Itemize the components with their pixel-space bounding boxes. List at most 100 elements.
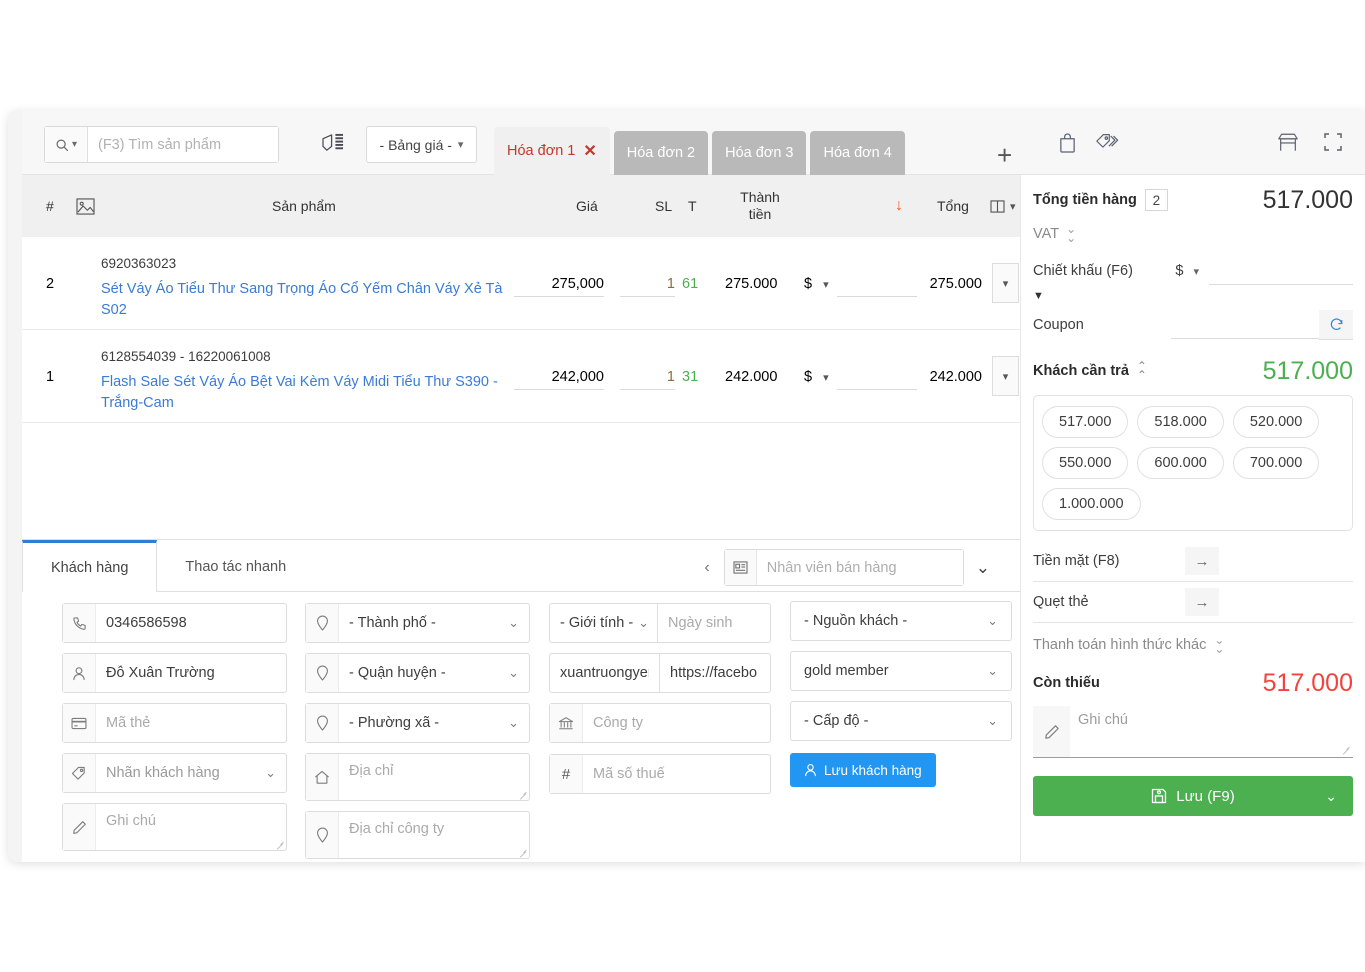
invoice-tab-4[interactable]: Hóa đơn 4 bbox=[810, 131, 904, 175]
card-fill-arrow-icon[interactable]: → bbox=[1185, 588, 1219, 616]
invoice-note-input[interactable] bbox=[1070, 706, 1353, 757]
coupon-input[interactable] bbox=[1171, 312, 1319, 339]
customer-name-input[interactable] bbox=[96, 654, 286, 692]
staff-input[interactable] bbox=[757, 550, 963, 585]
chevron-down-icon[interactable]: ⌄ bbox=[976, 558, 990, 578]
card-input[interactable] bbox=[1219, 588, 1353, 616]
city-select[interactable]: - Thành phố - ⌄ bbox=[339, 604, 529, 642]
header-qty[interactable]: SL bbox=[655, 175, 672, 237]
chevron-double-up-icon[interactable]: ⌃⌃ bbox=[1137, 362, 1147, 380]
address-field[interactable] bbox=[305, 753, 530, 801]
level-field[interactable]: - Cấp độ - ⌄ bbox=[790, 701, 1012, 741]
cash-input[interactable] bbox=[1219, 547, 1353, 575]
barcode-scanner-icon[interactable] bbox=[321, 133, 346, 154]
company-address-input[interactable] bbox=[339, 812, 529, 858]
chevron-down-icon[interactable]: ▾ bbox=[1193, 265, 1199, 278]
row-qty[interactable]: 1 bbox=[620, 271, 675, 297]
vat-row[interactable]: VAT ⌄⌄ bbox=[1033, 217, 1353, 251]
quick-amount-chip[interactable]: 1.000.000 bbox=[1042, 488, 1141, 520]
level-select[interactable]: - Cấp độ - ⌄ bbox=[791, 702, 1011, 740]
other-payment-row[interactable]: Thanh toán hình thức khác ⌄⌄ bbox=[1033, 628, 1353, 662]
row-discount-input[interactable] bbox=[837, 271, 917, 297]
save-customer-button[interactable]: Lưu khách hàng bbox=[790, 753, 936, 787]
company-input[interactable] bbox=[583, 704, 770, 742]
table-row[interactable]: 2 6920363023 Sét Váy Áo Tiểu Thư Sang Tr… bbox=[22, 237, 1020, 330]
customer-note-input[interactable] bbox=[96, 804, 286, 850]
chevron-left-icon[interactable]: ‹ bbox=[704, 559, 709, 577]
company-address-field[interactable] bbox=[305, 811, 530, 859]
product-search-input[interactable] bbox=[88, 127, 278, 162]
birthday-input[interactable] bbox=[658, 604, 770, 642]
district-field[interactable]: - Quận huyện - ⌄ bbox=[305, 653, 530, 693]
row-discount-input[interactable] bbox=[837, 364, 917, 390]
discount-expand-caret[interactable]: ▼ bbox=[1033, 286, 1353, 304]
invoice-note-field[interactable] bbox=[1033, 706, 1353, 758]
email-input[interactable] bbox=[550, 654, 660, 692]
customer-note-field[interactable] bbox=[62, 803, 287, 851]
invoice-tab-2[interactable]: Hóa đơn 2 bbox=[614, 131, 708, 175]
discount-currency[interactable]: $ bbox=[1175, 263, 1183, 279]
header-price[interactable]: Giá bbox=[576, 175, 598, 237]
quick-amount-chip[interactable]: 520.000 bbox=[1233, 406, 1319, 438]
table-row[interactable]: 1 6128554039 - 16220061008 Flash Sale Sé… bbox=[22, 330, 1020, 423]
tab-thao-tac-nhanh[interactable]: Thao tác nhanh bbox=[157, 540, 314, 591]
membership-field[interactable]: gold member ⌄ bbox=[790, 651, 1012, 691]
add-invoice-button[interactable]: + bbox=[997, 142, 1012, 168]
invoice-tab-1[interactable]: Hóa đơn 1 ✕ bbox=[494, 127, 610, 175]
tax-code-input[interactable] bbox=[583, 755, 770, 793]
address-input[interactable] bbox=[339, 754, 529, 800]
tax-code-field[interactable]: # bbox=[549, 754, 771, 794]
discount-input[interactable] bbox=[1209, 258, 1353, 285]
tags-icon[interactable] bbox=[1095, 132, 1119, 153]
company-field[interactable] bbox=[549, 703, 771, 743]
row-price[interactable]: 242,000 bbox=[514, 364, 604, 390]
header-t[interactable]: T bbox=[688, 175, 697, 237]
row-expand-button[interactable]: ▾ bbox=[992, 356, 1019, 396]
save-invoice-button[interactable]: Lưu (F9) ⌄ bbox=[1033, 776, 1353, 816]
invoice-tab-3[interactable]: Hóa đơn 3 bbox=[712, 131, 806, 175]
facebook-input[interactable] bbox=[660, 654, 770, 692]
columns-icon[interactable]: ▾ bbox=[990, 175, 1016, 237]
membership-select[interactable]: gold member ⌄ bbox=[791, 652, 1011, 690]
row-product-name[interactable]: Flash Sale Sét Váy Áo Bệt Vai Kèm Váy Mi… bbox=[101, 372, 511, 414]
search-mode-button[interactable]: ▾ bbox=[45, 127, 88, 162]
phone-field[interactable] bbox=[62, 603, 287, 643]
cash-fill-arrow-icon[interactable]: → bbox=[1185, 547, 1219, 575]
row-expand-button[interactable]: ▾ bbox=[992, 263, 1019, 303]
gender-select[interactable]: - Giới tính - ⌄ bbox=[550, 604, 658, 642]
close-icon[interactable]: ✕ bbox=[583, 141, 596, 161]
quick-amount-chip[interactable]: 550.000 bbox=[1042, 447, 1128, 479]
quick-amount-chip[interactable]: 600.000 bbox=[1137, 447, 1223, 479]
store-icon[interactable] bbox=[1277, 132, 1299, 153]
card-code-input[interactable] bbox=[96, 704, 286, 742]
total-item-count[interactable]: 2 bbox=[1145, 189, 1168, 211]
ward-field[interactable]: - Phường xã - ⌄ bbox=[305, 703, 530, 743]
quick-amount-chip[interactable]: 700.000 bbox=[1233, 447, 1319, 479]
row-discount-type[interactable]: $ ▾ bbox=[804, 271, 829, 297]
sort-arrow-icon[interactable]: ↓ bbox=[895, 175, 903, 237]
header-total[interactable]: Tổng bbox=[937, 175, 969, 237]
shopping-bag-icon[interactable] bbox=[1058, 132, 1077, 153]
header-amount[interactable]: Thành tiền bbox=[734, 175, 786, 237]
chevron-double-down-icon[interactable]: ⌄⌄ bbox=[1066, 225, 1076, 243]
quick-amount-chip[interactable]: 517.000 bbox=[1042, 406, 1128, 438]
row-product-name[interactable]: Sét Váy Áo Tiểu Thư Sang Trọng Áo Cổ Yếm… bbox=[101, 279, 511, 321]
customer-tag-field[interactable]: Nhãn khách hàng ⌄ bbox=[62, 753, 287, 793]
tab-khach-hang[interactable]: Khách hàng bbox=[22, 540, 157, 592]
district-select[interactable]: - Quận huyện - ⌄ bbox=[339, 654, 529, 692]
quick-amount-chip[interactable]: 518.000 bbox=[1137, 406, 1223, 438]
phone-input[interactable] bbox=[96, 604, 286, 642]
header-product[interactable]: Sản phẩm bbox=[272, 175, 336, 237]
card-code-field[interactable] bbox=[62, 703, 287, 743]
row-discount-type[interactable]: $ ▾ bbox=[804, 364, 829, 390]
customer-name-field[interactable] bbox=[62, 653, 287, 693]
row-qty[interactable]: 1 bbox=[620, 364, 675, 390]
chevron-down-icon[interactable]: ⌄ bbox=[1325, 788, 1337, 805]
fullscreen-icon[interactable] bbox=[1323, 132, 1343, 153]
ward-select[interactable]: - Phường xã - ⌄ bbox=[339, 704, 529, 742]
row-price[interactable]: 275,000 bbox=[514, 271, 604, 297]
customer-tag-select[interactable]: Nhãn khách hàng ⌄ bbox=[96, 754, 286, 792]
customer-source-field[interactable]: - Nguồn khách - ⌄ bbox=[790, 601, 1012, 641]
refresh-icon[interactable] bbox=[1319, 310, 1353, 340]
city-field[interactable]: - Thành phố - ⌄ bbox=[305, 603, 530, 643]
